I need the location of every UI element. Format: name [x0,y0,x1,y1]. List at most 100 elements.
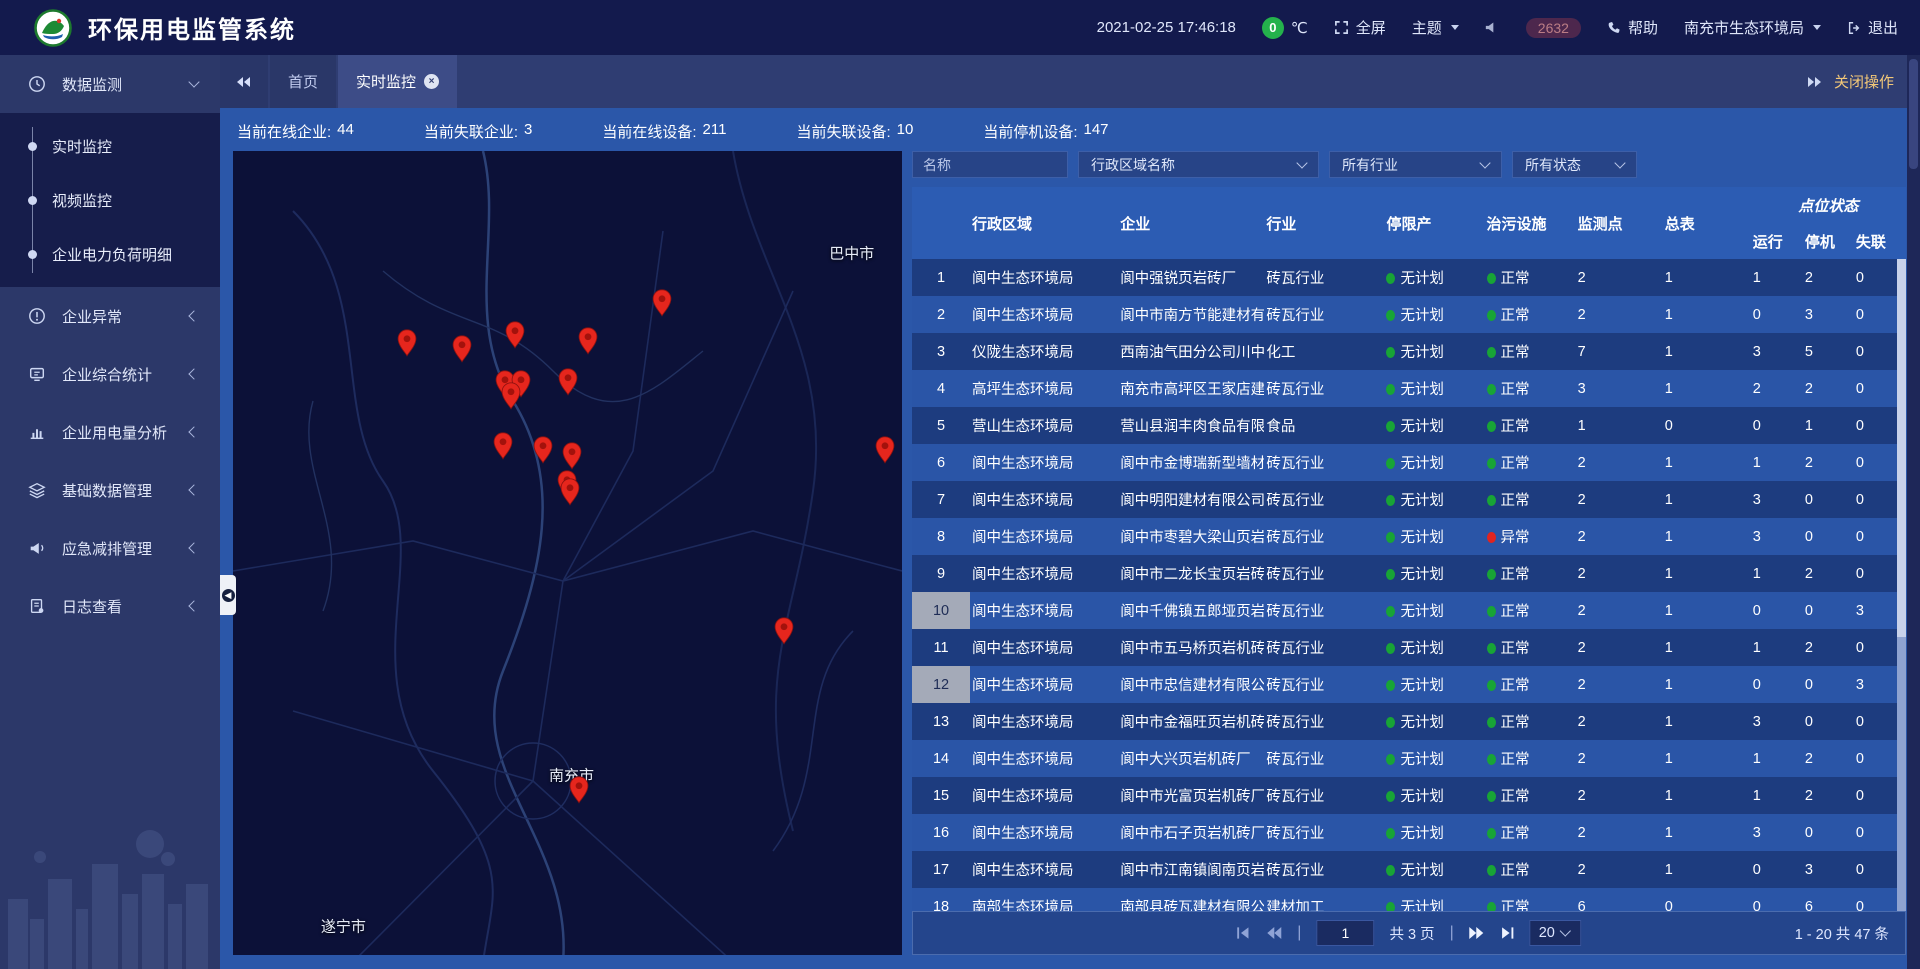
first-page-button[interactable] [1236,926,1251,940]
cell-total-meter: 1 [1663,555,1751,592]
map-panel[interactable]: 巴中市南充市遂宁市 [233,151,902,955]
col-stopped: 停机 [1803,223,1854,259]
industry-select[interactable]: 所有行业 [1329,151,1502,178]
status-select[interactable]: 所有状态 [1512,151,1637,178]
status-dot-icon [1487,421,1496,432]
cell-facility-status: 正常 [1485,703,1576,740]
next-page-button[interactable] [1469,926,1485,940]
tab-首页[interactable]: 首页 [270,55,336,108]
cell-production-status: 无计划 [1384,370,1484,407]
sidebar-item[interactable]: 企业综合统计 [0,345,220,403]
table-row[interactable]: 15阆中生态环境局阆中市光富页岩机砖厂砖瓦行业无计划正常21120 [912,777,1906,814]
cell-running: 1 [1751,740,1803,777]
cell-facility-status: 正常 [1485,629,1576,666]
map-pin-icon[interactable] [652,289,673,322]
table-row[interactable]: 11阆中生态环境局阆中市五马桥页岩机砖砖瓦行业无计划正常21120 [912,629,1906,666]
table-row[interactable]: 6阆中生态环境局阆中市金博瑞新型墙材砖瓦行业无计划正常21120 [912,444,1906,481]
page-size-select[interactable]: 20 [1530,920,1582,946]
cell-facility-status: 正常 [1485,370,1576,407]
message-count-badge[interactable]: 2632 [1526,18,1581,38]
cell-production-status: 无计划 [1384,481,1484,518]
region-select[interactable]: 行政区域名称 [1078,151,1319,178]
status-dot-icon [1487,828,1496,839]
workspace: 当前在线企业:44当前失联企业:3当前在线设备:211当前失联设备:10当前停机… [220,108,1920,969]
enterprise-table: 行政区域 企业 行业 停限产 治污设施 监测点 总表 点位状态 [912,187,1906,911]
table-row[interactable]: 10阆中生态环境局阆中千佛镇五郎垭页岩砖瓦行业无计划正常21003 [912,592,1906,629]
table-row[interactable]: 5营山生态环境局营山县润丰肉食品有限食品无计划正常10010 [912,407,1906,444]
page-number-input[interactable] [1316,920,1374,946]
theme-menu[interactable]: 主题 [1412,17,1459,38]
name-search-input[interactable] [912,151,1068,178]
sidebar-item[interactable]: 企业用电量分析 [0,403,220,461]
map-pin-icon[interactable] [568,776,589,809]
map-pin-icon[interactable] [532,436,553,469]
help-button[interactable]: 帮助 [1607,17,1658,38]
fullscreen-button[interactable]: 全屏 [1334,17,1386,38]
logout-button[interactable]: 退出 [1847,17,1898,38]
table-row[interactable]: 4高坪生态环境局南充市高坪区王家店建砖瓦行业无计划正常31220 [912,370,1906,407]
sidebar-item[interactable]: 企业异常 [0,287,220,345]
close-operations-button[interactable]: 关闭操作 [1834,71,1894,92]
map-pin-icon[interactable] [874,436,895,469]
org-menu[interactable]: 南充市生态环境局 [1684,17,1821,38]
sidebar-item[interactable]: 日志查看 [0,577,220,635]
map-pin-icon[interactable] [559,478,580,511]
sidebar-collapse-button[interactable]: ◀ [220,575,236,615]
sidebar-item[interactable]: 应急减排管理 [0,519,220,577]
table-scrollbar[interactable] [1897,259,1906,911]
sidebar-subitem[interactable]: 企业电力负荷明细 [0,227,220,281]
map-pin-icon[interactable] [577,327,598,360]
map-pin-icon[interactable] [505,321,526,354]
cell-index: 4 [912,370,970,407]
table-row[interactable]: 18南部生态环境局南部县砖瓦建材有限公建材加工无计划正常60060 [912,888,1906,911]
cell-running: 0 [1751,888,1803,911]
speaker-icon[interactable] [1485,21,1500,34]
table-row[interactable]: 16阆中生态环境局阆中市石子页岩机砖厂砖瓦行业无计划正常21300 [912,814,1906,851]
table-row[interactable]: 1阆中生态环境局阆中强锐页岩砖厂砖瓦行业无计划正常21120 [912,259,1906,296]
tabs-scroll-left-button[interactable] [220,55,268,108]
table-row[interactable]: 3仪陇生态环境局西南油气田分公司川中化工无计划正常71350 [912,333,1906,370]
tabs-scroll-right-button[interactable] [1806,76,1822,88]
cell-running: 2 [1751,370,1803,407]
sidebar-item[interactable]: 数据监测 [0,55,220,113]
table-row[interactable]: 17阆中生态环境局阆中市江南镇阆南页岩砖瓦行业无计划正常21030 [912,851,1906,888]
map-pin-icon[interactable] [451,335,472,368]
table-row[interactable]: 7阆中生态环境局阆中明阳建材有限公司砖瓦行业无计划正常21300 [912,481,1906,518]
table-row[interactable]: 2阆中生态环境局阆中市南方节能建材有砖瓦行业无计划正常21030 [912,296,1906,333]
tab-实时监控[interactable]: 实时监控× [338,55,457,108]
page-scrollbar[interactable] [1907,55,1920,969]
map-pin-icon[interactable] [774,617,795,650]
tab-close-icon[interactable]: × [424,74,439,89]
chevron-left-icon: ◀ [222,589,235,602]
table-scrollbar-thumb[interactable] [1897,259,1906,637]
sidebar-subitem[interactable]: 视频监控 [0,173,220,227]
map-pin-icon[interactable] [396,329,417,362]
monitor-table-panel: 行政区域名称 所有行业 所有状态 [912,151,1906,955]
sidebar-subitem[interactable]: 实时监控 [0,119,220,173]
cell-monitor-points: 2 [1576,851,1663,888]
cell-company: 南部县砖瓦建材有限公 [1118,888,1264,911]
prev-page-button[interactable] [1266,926,1282,940]
table-row[interactable]: 8阆中生态环境局阆中市枣碧大梁山页岩砖瓦行业无计划异常21300 [912,518,1906,555]
stat-item: 当前停机设备:147 [983,121,1108,142]
stat-label: 当前失联企业: [424,121,518,142]
table-row[interactable]: 13阆中生态环境局阆中市金福旺页岩机砖砖瓦行业无计划正常21300 [912,703,1906,740]
cell-stopped: 3 [1803,296,1854,333]
map-pin-icon[interactable] [493,432,514,465]
sidebar-item-label: 应急减排管理 [62,538,176,559]
cell-total-meter: 1 [1663,740,1751,777]
stat-label: 当前在线设备: [602,121,696,142]
cell-production-status: 无计划 [1384,814,1484,851]
sidebar-item[interactable]: 基础数据管理 [0,461,220,519]
table-row[interactable]: 12阆中生态环境局阆中市忠信建材有限公砖瓦行业无计划正常21003 [912,666,1906,703]
page-scrollbar-thumb[interactable] [1909,59,1918,169]
cell-industry: 砖瓦行业 [1264,629,1384,666]
total-pages-label: 共 3 页 [1389,923,1434,944]
temperature-badge: 0 [1262,17,1284,39]
map-pin-icon[interactable] [558,368,579,401]
table-row[interactable]: 9阆中生态环境局阆中市二龙长宝页岩砖砖瓦行业无计划正常21120 [912,555,1906,592]
map-pin-icon[interactable] [500,382,521,415]
last-page-button[interactable] [1500,926,1515,940]
cell-stopped: 1 [1803,407,1854,444]
table-row[interactable]: 14阆中生态环境局阆中大兴页岩机砖厂砖瓦行业无计划正常21120 [912,740,1906,777]
